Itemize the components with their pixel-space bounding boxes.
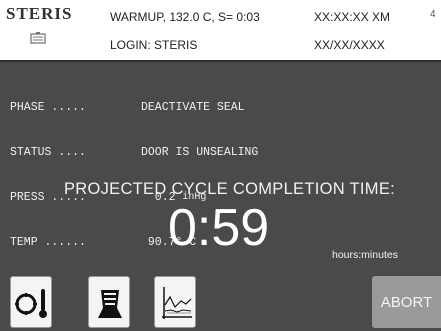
phase-value: DEACTIVATE SEAL [141, 101, 245, 114]
header-divider [0, 60, 441, 62]
abort-button[interactable]: ABORT [372, 276, 441, 328]
header-bar: STERIS WARMUP, 132.0 C, S= 0:03 LOGIN: S… [0, 0, 441, 60]
projected-time-label: PROJECTED CYCLE COMPLETION TIME: [63, 180, 396, 198]
screen-number: 4 [430, 9, 436, 20]
projected-time-value: 0:59 [168, 199, 270, 257]
cycle-status-text: WARMUP, 132.0 C, S= 0:03 [110, 10, 260, 24]
status-value: DOOR IS UNSEALING [141, 146, 259, 159]
status-row-phase: PHASE ..... DEACTIVATE SEAL [10, 100, 258, 115]
steris-logo: STERIS [6, 4, 73, 23]
clock-time: XX:XX:XX XM [314, 10, 391, 24]
sterilizer-logo-icon [30, 31, 46, 49]
clock-date: XX/XX/XXXX [314, 38, 385, 52]
time-unit-label: hours:minutes [332, 249, 398, 261]
status-label: STATUS .... [10, 146, 86, 159]
temp-label: TEMP ...... [10, 236, 86, 249]
status-row-status: STATUS .... DOOR IS UNSEALING [10, 145, 258, 160]
temperature-button[interactable] [10, 276, 52, 328]
graph-button[interactable] [154, 276, 196, 328]
print-button[interactable] [88, 276, 130, 328]
login-text: LOGIN: STERIS [110, 38, 198, 52]
phase-label: PHASE ..... [10, 101, 86, 114]
